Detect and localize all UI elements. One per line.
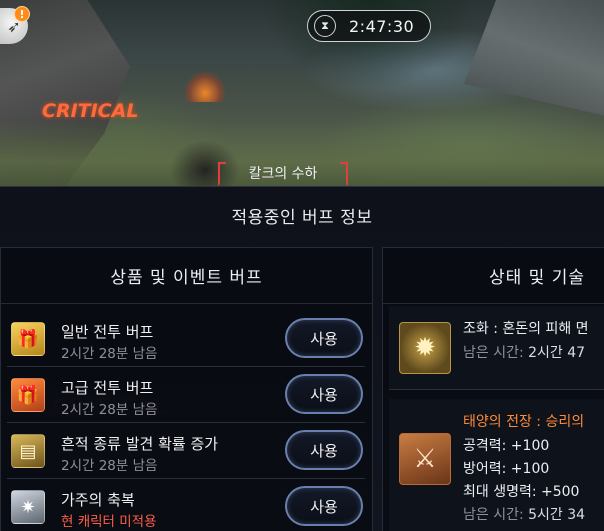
buff-row-family-blessing: ✷ 가주의 축복 현 캐릭터 미적용 사용	[7, 479, 365, 531]
gift-gold-icon: 🎁	[11, 322, 45, 356]
event-timer: ⧗ 2:47:30	[307, 10, 431, 42]
hourglass-icon: ⧗	[314, 15, 336, 37]
use-button[interactable]: 사용	[285, 374, 363, 414]
buff-name: 고급 전투 버프	[61, 379, 154, 397]
stat-max-health: 최대 생명력: +500	[463, 484, 580, 500]
status-remaining-time: 남은 시간: 5시간 34	[463, 504, 585, 524]
sun-emblem-icon: ✹	[399, 322, 451, 374]
product-event-buff-column: 상품 및 이벤트 버프 🎁 일반 전투 버프 2시간 28분 남음 사용 🎁 고…	[0, 247, 373, 531]
status-entry-harmony[interactable]: ✹ 조화 : 혼돈의 피해 면 남은 시간: 2시간 47	[389, 306, 604, 390]
alert-badge[interactable]: !	[14, 6, 30, 22]
use-button[interactable]: 사용	[285, 486, 363, 526]
rock-cliff-right	[464, 0, 604, 120]
buff-row-advanced-combat: 🎁 고급 전투 버프 2시간 28분 남음 사용	[7, 367, 365, 423]
buff-name: 일반 전투 버프	[61, 323, 154, 341]
target-nameplate[interactable]: 칼크의 수하	[218, 160, 348, 186]
status-effect-name: 조화 : 혼돈의 피해 면	[463, 321, 589, 337]
chest-icon: ▤	[11, 434, 45, 468]
use-button[interactable]: 사용	[285, 430, 363, 470]
buff-name: 가주의 축복	[61, 491, 135, 509]
status-entry-sun-battlefield[interactable]: ⚔ 태양의 전장 : 승리의 공격력: +100 방어력: +100 최대 생명…	[389, 399, 604, 531]
target-name-label: 칼크의 수하	[248, 166, 318, 182]
crossed-swords-icon: ⚔	[399, 433, 451, 485]
buff-name: 흔적 종류 발견 확률 증가	[61, 435, 219, 453]
star-blessing-icon: ✷	[11, 490, 45, 524]
status-skill-header: 상태 및 기술	[383, 248, 604, 304]
remain-label: 남은 시간:	[463, 345, 524, 361]
stat-defense: 방어력: +100	[463, 461, 550, 477]
timer-value: 2:47:30	[349, 16, 415, 36]
buff-not-applied-status: 현 캐릭터 미적용	[61, 514, 157, 530]
use-button[interactable]: 사용	[285, 318, 363, 358]
gift-orange-icon: 🎁	[11, 378, 45, 412]
stat-attack: 공격력: +100	[463, 438, 550, 454]
remain-label: 남은 시간:	[463, 507, 524, 523]
buff-remaining: 2시간 28분 남음	[61, 346, 158, 362]
status-effect-title: 태양의 전장 : 승리의	[463, 414, 585, 430]
buff-remaining: 2시간 28분 남음	[61, 458, 158, 474]
status-skill-column: 상태 및 기술 ✹ 조화 : 혼돈의 피해 면 남은 시간: 2시간 47 ⚔ …	[382, 247, 604, 531]
buff-row-trace-discovery: ▤ 흔적 종류 발견 확률 증가 2시간 28분 남음 사용	[7, 423, 365, 479]
critical-hit-text: CRITICAL	[42, 100, 139, 122]
product-buff-header: 상품 및 이벤트 버프	[1, 248, 372, 304]
panel-title: 적용중인 버프 정보	[231, 208, 373, 228]
buff-row-normal-combat: 🎁 일반 전투 버프 2시간 28분 남음 사용	[7, 311, 365, 367]
buff-info-panel: CRITICAL 적용중인 버프 정보 상품 및 이벤트 버프 🎁 일반 전투 …	[0, 186, 604, 531]
status-remaining-time: 남은 시간: 2시간 47	[463, 342, 585, 362]
buff-remaining: 2시간 28분 남음	[61, 402, 158, 418]
fire-effect	[185, 72, 225, 102]
remain-value: 2시간 47	[528, 345, 586, 361]
remain-value: 5시간 34	[528, 507, 586, 523]
